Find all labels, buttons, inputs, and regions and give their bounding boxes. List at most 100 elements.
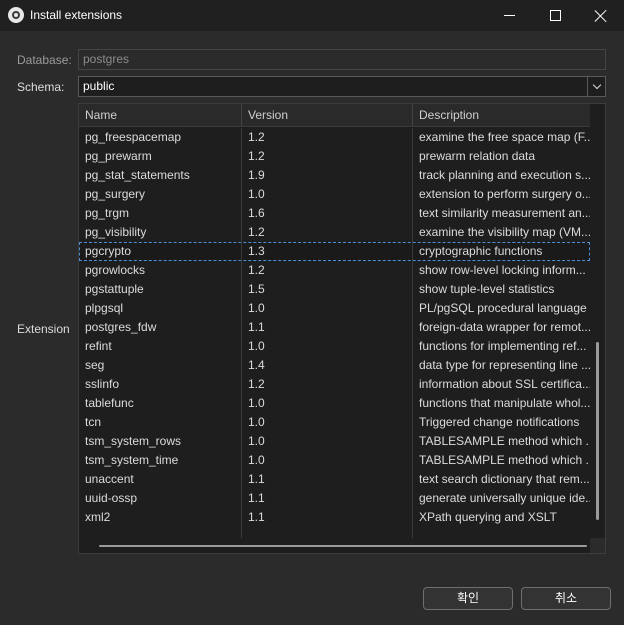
column-header-version[interactable]: Version bbox=[242, 104, 413, 126]
schema-select[interactable]: public bbox=[78, 76, 606, 97]
extension-version: 1.0 bbox=[248, 339, 265, 353]
table-row[interactable]: pg_stat_statements 1.9 track planning and … bbox=[79, 166, 590, 185]
maximize-button[interactable] bbox=[532, 0, 578, 31]
extension-description: prewarm relation data bbox=[419, 149, 536, 163]
extension-name: pg_freespacemap bbox=[85, 130, 182, 144]
extension-version: 1.3 bbox=[248, 244, 265, 258]
extension-version: 1.1 bbox=[248, 510, 265, 524]
extension-version: 1.2 bbox=[248, 263, 265, 277]
extension-description: show tuple-level statistics bbox=[419, 282, 555, 296]
table-row[interactable]: pgstattuple 1.5 show tuple-level statistic… bbox=[79, 280, 590, 299]
extension-description: track planning and execution s... bbox=[419, 168, 590, 182]
extension-version: 1.0 bbox=[248, 187, 265, 201]
extension-description: XPath querying and XSLT bbox=[419, 510, 557, 524]
extension-description: PL/pgSQL procedural language bbox=[419, 301, 587, 315]
extension-name: tcn bbox=[85, 415, 102, 429]
extension-version: 1.1 bbox=[248, 320, 265, 334]
extension-version: 1.6 bbox=[248, 206, 265, 220]
column-header-name[interactable]: Name bbox=[79, 104, 242, 126]
vertical-scrollbar[interactable] bbox=[590, 104, 605, 538]
table-row[interactable]: pg_trgm 1.6 text similarity measurement an… bbox=[79, 204, 590, 223]
extension-description: generate universally unique ide... bbox=[419, 491, 590, 505]
table-body: pg_freespacemap 1.2 examine the free space… bbox=[79, 128, 590, 527]
extension-name: refint bbox=[85, 339, 112, 353]
table-row[interactable]: pg_visibility 1.2 examine the visibility m… bbox=[79, 223, 590, 242]
extension-version: 1.0 bbox=[248, 434, 265, 448]
ok-button[interactable]: 확인 bbox=[423, 587, 513, 610]
column-divider bbox=[241, 128, 242, 539]
extension-name: pg_trgm bbox=[85, 206, 130, 220]
table-row[interactable]: pgcrypto 1.3 cryptographic functions bbox=[79, 242, 590, 261]
schema-value: public bbox=[83, 79, 115, 93]
extension-name: pg_prewarm bbox=[85, 149, 152, 163]
vertical-scroll-thumb[interactable] bbox=[596, 342, 599, 520]
extensions-table[interactable]: Name Version Description pg_freespacemap… bbox=[78, 103, 606, 554]
table-row[interactable]: pg_prewarm 1.2 prewarm relation data bbox=[79, 147, 590, 166]
minimize-button[interactable] bbox=[486, 0, 532, 31]
extension-name: pgstattuple bbox=[85, 282, 144, 296]
minimize-icon bbox=[503, 15, 515, 16]
table-row[interactable]: tcn 1.0 Triggered change notifications bbox=[79, 413, 590, 432]
extension-description: data type for representing line ... bbox=[419, 358, 590, 372]
extension-name: plpgsql bbox=[85, 301, 124, 315]
extension-version: 1.2 bbox=[248, 377, 265, 391]
table-header: Name Version Description bbox=[79, 104, 590, 127]
extension-version: 1.0 bbox=[248, 301, 265, 315]
extension-name: postgres_fdw bbox=[85, 320, 157, 334]
extension-description: show row-level locking inform... bbox=[419, 263, 586, 277]
extension-name: tsm_system_time bbox=[85, 453, 179, 467]
schema-label: Schema: bbox=[17, 80, 65, 94]
cancel-button[interactable]: 취소 bbox=[521, 587, 611, 610]
extension-description: examine the free space map (F... bbox=[419, 130, 590, 144]
database-field: postgres bbox=[78, 49, 606, 70]
table-row[interactable]: refint 1.0 functions for implementing ref.… bbox=[79, 337, 590, 356]
extension-name: pgcrypto bbox=[85, 244, 132, 258]
database-label: Database: bbox=[17, 53, 72, 67]
close-icon bbox=[595, 10, 607, 22]
column-header-description[interactable]: Description bbox=[413, 104, 590, 126]
table-row[interactable]: plpgsql 1.0 PL/pgSQL procedural language bbox=[79, 299, 590, 318]
column-divider bbox=[412, 128, 413, 539]
extension-name: xml2 bbox=[85, 510, 111, 524]
extension-description: TABLESAMPLE method which ... bbox=[419, 453, 590, 467]
extension-version: 1.4 bbox=[248, 358, 265, 372]
extension-name: pg_visibility bbox=[85, 225, 147, 239]
table-row[interactable]: xml2 1.1 XPath querying and XSLT bbox=[79, 508, 590, 527]
scrollbar-corner bbox=[590, 538, 605, 553]
extension-version: 1.0 bbox=[248, 453, 265, 467]
window-title: Install extensions bbox=[30, 8, 123, 22]
dropdown-button[interactable] bbox=[587, 77, 605, 96]
title-bar[interactable]: Install extensions bbox=[0, 0, 624, 31]
table-row[interactable]: tablefunc 1.0 functions that manipulate wh… bbox=[79, 394, 590, 413]
table-row[interactable]: pg_surgery 1.0 extension to perform surger… bbox=[79, 185, 590, 204]
table-row[interactable]: sslinfo 1.2 information about SSL certific… bbox=[79, 375, 590, 394]
extension-name: unaccent bbox=[85, 472, 134, 486]
chevron-down-icon bbox=[592, 80, 601, 90]
extension-description: extension to perform surgery o... bbox=[419, 187, 590, 201]
table-row[interactable]: uuid-ossp 1.1 generate universally unique … bbox=[79, 489, 590, 508]
extension-description: foreign-data wrapper for remot... bbox=[419, 320, 590, 334]
table-row[interactable]: pg_freespacemap 1.2 examine the free space… bbox=[79, 128, 590, 147]
close-button[interactable] bbox=[578, 0, 624, 31]
extension-name: uuid-ossp bbox=[85, 491, 138, 505]
table-row[interactable]: postgres_fdw 1.1 foreign-data wrapper for … bbox=[79, 318, 590, 337]
maximize-icon bbox=[549, 10, 561, 21]
extension-description: examine the visibility map (VM... bbox=[419, 225, 590, 239]
extension-description: functions that manipulate whol... bbox=[419, 396, 590, 410]
horizontal-scroll-thumb[interactable] bbox=[99, 545, 587, 547]
horizontal-scrollbar[interactable] bbox=[79, 538, 590, 553]
extension-name: tsm_system_rows bbox=[85, 434, 182, 448]
table-row[interactable]: tsm_system_rows 1.0 TABLESAMPLE method whi… bbox=[79, 432, 590, 451]
extension-version: 1.2 bbox=[248, 130, 265, 144]
extension-description: text search dictionary that rem... bbox=[419, 472, 590, 486]
dbeaver-icon bbox=[8, 7, 24, 23]
table-row[interactable]: unaccent 1.1 text search dictionary that r… bbox=[79, 470, 590, 489]
extension-name: seg bbox=[85, 358, 105, 372]
extension-description: text similarity measurement an... bbox=[419, 206, 590, 220]
extension-version: 1.0 bbox=[248, 415, 265, 429]
extension-version: 1.9 bbox=[248, 168, 265, 182]
table-row[interactable]: pgrowlocks 1.2 show row-level locking info… bbox=[79, 261, 590, 280]
extension-version: 1.5 bbox=[248, 282, 265, 296]
table-row[interactable]: seg 1.4 data type for representing line ..… bbox=[79, 356, 590, 375]
table-row[interactable]: tsm_system_time 1.0 TABLESAMPLE method whi… bbox=[79, 451, 590, 470]
